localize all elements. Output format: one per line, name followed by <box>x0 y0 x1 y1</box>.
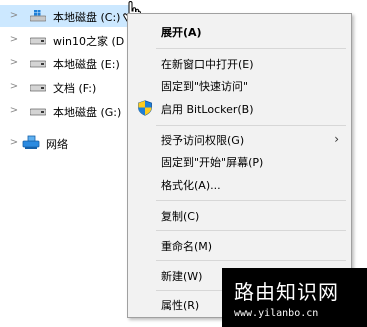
watermark-url: www.yilanbo.cn <box>234 308 319 319</box>
menu-item-enable-bitlocker[interactable]: 启用 BitLocker(B) <box>128 97 351 119</box>
watermark-banner: 路由知识网 www.yilanbo.cn <box>222 268 367 327</box>
chevron-right-icon[interactable]: > <box>8 57 20 69</box>
menu-item-expand[interactable]: 展开(A) <box>128 20 351 42</box>
tree-item-network[interactable]: > 网络 <box>0 132 132 154</box>
watermark-title: 路由知识网 <box>234 280 339 304</box>
tree-item-label: 文档 (F:) <box>53 82 97 95</box>
windows-drive-icon <box>29 10 47 22</box>
drive-icon <box>29 57 47 69</box>
tree-item-label: 本地磁盘 (C:) <box>53 11 121 24</box>
shield-icon <box>137 100 153 116</box>
tree-item-drive-e[interactable]: > 本地磁盘 (E:) <box>0 52 132 74</box>
menu-item-rename[interactable]: 重命名(M) <box>128 234 351 256</box>
menu-separator <box>156 260 346 261</box>
drive-icon <box>29 105 47 117</box>
chevron-right-icon[interactable]: > <box>8 137 20 149</box>
tree-item-drive-c[interactable]: > 本地磁盘 (C:) <box>0 5 132 27</box>
tree-item-label: 网络 <box>46 138 68 151</box>
chevron-right-icon[interactable]: > <box>8 10 20 22</box>
menu-separator <box>156 125 346 126</box>
chevron-right-icon[interactable]: > <box>8 81 20 93</box>
menu-separator <box>156 48 346 49</box>
tree-item-drive-d[interactable]: > win10之家 (D <box>0 29 132 51</box>
tree-item-label: 本地磁盘 (G:) <box>53 106 122 119</box>
drive-icon <box>29 81 47 93</box>
chevron-right-icon[interactable]: > <box>8 34 20 46</box>
menu-item-grant-access[interactable]: 授予访问权限(G) › <box>128 128 351 150</box>
menu-item-copy[interactable]: 复制(C) <box>128 204 351 226</box>
menu-separator <box>156 230 346 231</box>
tree-item-drive-f[interactable]: > 文档 (F:) <box>0 76 132 98</box>
menu-item-format[interactable]: 格式化(A)... <box>128 173 351 195</box>
tree-item-label: 本地磁盘 (E:) <box>53 58 120 71</box>
chevron-right-icon[interactable]: > <box>8 105 20 117</box>
menu-item-pin-quick-access[interactable]: 固定到"快速访问" <box>128 74 351 96</box>
drive-icon <box>29 34 47 46</box>
tree-item-drive-g[interactable]: > 本地磁盘 (G:) <box>0 100 132 122</box>
menu-item-open-new-window[interactable]: 在新窗口中打开(E) <box>128 52 351 74</box>
navigation-pane: > 本地磁盘 (C:) > win10之家 (D > 本地磁盘 (E:) > 文… <box>0 0 141 327</box>
submenu-arrow-icon: › <box>334 132 339 146</box>
menu-item-pin-start[interactable]: 固定到"开始"屏幕(P) <box>128 150 351 172</box>
tree-item-label: win10之家 (D <box>53 35 125 48</box>
network-icon <box>22 135 40 151</box>
menu-separator <box>156 200 346 201</box>
